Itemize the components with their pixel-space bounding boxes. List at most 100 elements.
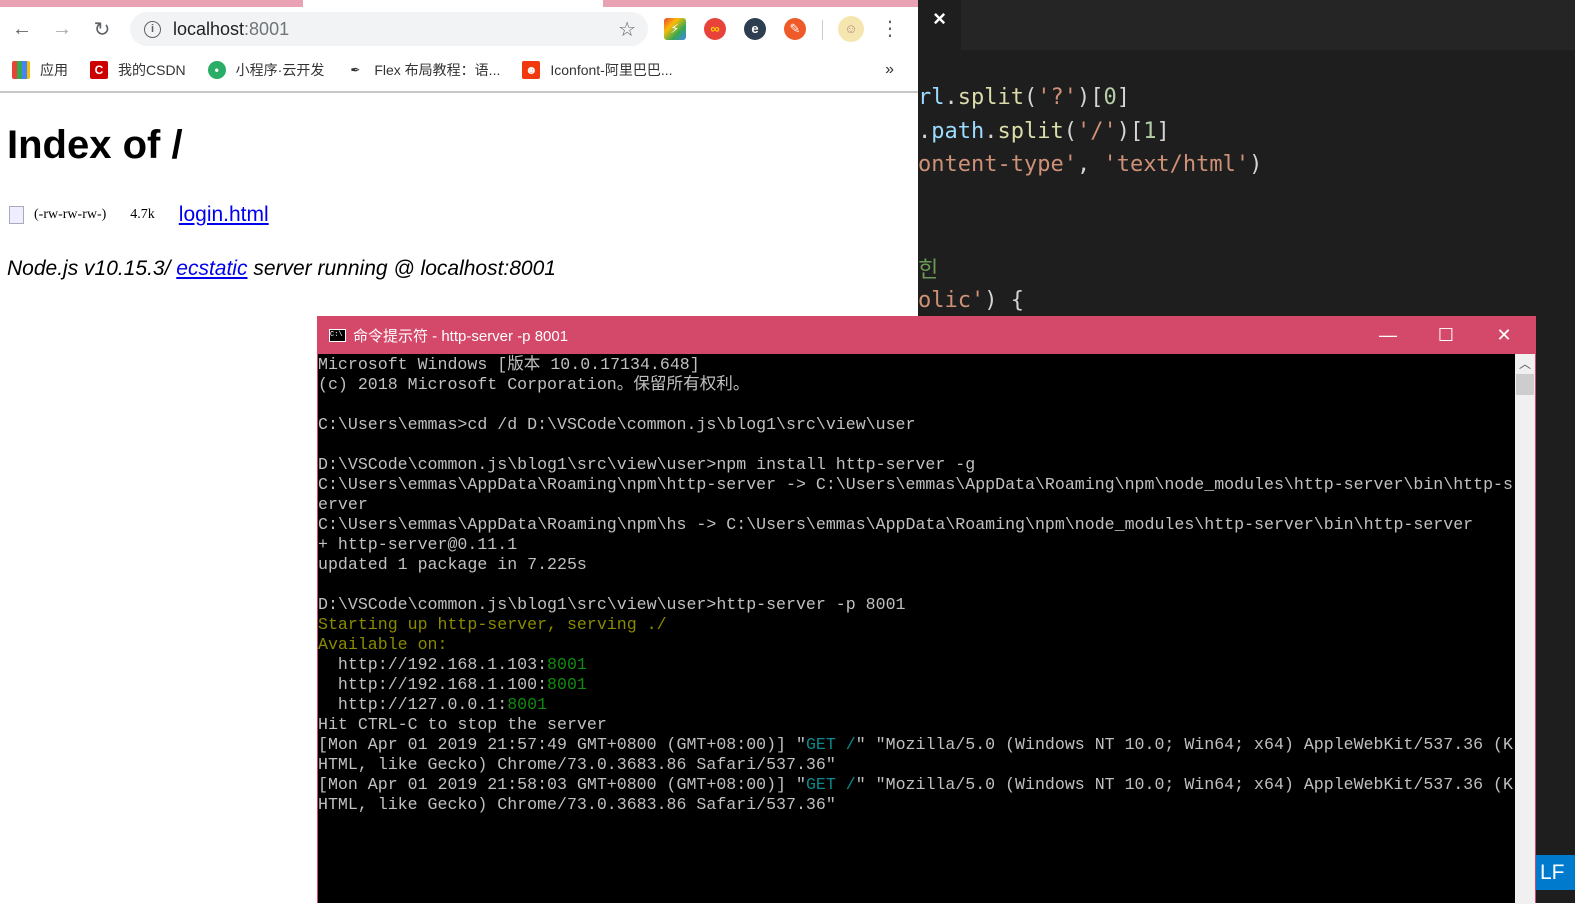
terminal-line: Available on: bbox=[318, 635, 1513, 655]
command-prompt-window: C:\ 命令提示符 - http-server -p 8001 — ☐ ✕ Mi… bbox=[317, 316, 1536, 904]
forward-button[interactable]: → bbox=[42, 18, 82, 41]
csdn-icon: C bbox=[90, 61, 108, 79]
terminal-text: D:\VSCode\common.js\blog1\src\view\user>… bbox=[318, 455, 976, 474]
scrollbar-thumb[interactable] bbox=[1516, 374, 1534, 395]
bookmark-apps[interactable]: 应用 bbox=[12, 60, 68, 80]
code-line: .path.split('/')[1] bbox=[918, 119, 1170, 144]
back-button[interactable]: ← bbox=[2, 18, 42, 41]
bookmark-star-icon[interactable]: ☆ bbox=[618, 17, 636, 42]
reload-button[interactable]: ↻ bbox=[82, 17, 122, 42]
tab-strip bbox=[0, 0, 918, 8]
info-icon[interactable]: i bbox=[144, 20, 161, 38]
url-port: :8001 bbox=[244, 18, 290, 39]
footer-text: Node.js v10.15.3/ bbox=[7, 257, 177, 280]
page-title: Index of / bbox=[7, 123, 183, 167]
close-button[interactable]: ✕ bbox=[1475, 317, 1533, 354]
close-tab-icon[interactable]: × bbox=[918, 0, 961, 50]
terminal-text: GET / bbox=[805, 735, 856, 754]
calligraphy-icon: ✒ bbox=[350, 63, 361, 77]
bookmark-label: Flex 布局教程：语... bbox=[374, 62, 501, 78]
menu-icon[interactable]: ⋮ bbox=[870, 16, 910, 41]
url-text[interactable]: localhost:8001 bbox=[173, 19, 289, 40]
extension-icon[interactable]: ⚡ bbox=[664, 18, 686, 40]
terminal-line: C:\Users\emmas\AppData\Roaming\npm\http-… bbox=[318, 475, 1513, 495]
more-bookmarks-button[interactable]: » bbox=[885, 61, 894, 79]
terminal-text: 8001 bbox=[547, 675, 587, 694]
ecstatic-link[interactable]: ecstatic bbox=[176, 257, 247, 280]
terminal-text: updated 1 package in 7.225s bbox=[318, 555, 587, 574]
terminal-text: http://192.168.1.103: bbox=[318, 655, 548, 674]
code-comment: 힌 bbox=[918, 258, 939, 283]
bookmark-flex[interactable]: ✒ Flex 布局教程：语... bbox=[346, 60, 500, 80]
terminal-line: http://192.168.1.100:8001 bbox=[318, 675, 1513, 695]
terminal-line: Starting up http-server, serving ./ bbox=[318, 615, 1513, 635]
terminal-text: " "Mozilla/5.0 (Windows NT 10.0; Win64; … bbox=[855, 735, 1513, 754]
terminal-line: erver bbox=[318, 495, 1513, 515]
terminal-line: C:\Users\emmas\AppData\Roaming\npm\hs ->… bbox=[318, 515, 1513, 535]
editor-tab-bar: × bbox=[918, 0, 1575, 50]
infinity-extension-icon[interactable]: ∞ bbox=[704, 18, 726, 40]
terminal-text: D:\VSCode\common.js\blog1\src\view\user>… bbox=[318, 595, 906, 614]
eol-status[interactable]: LF bbox=[1536, 855, 1575, 890]
terminal-output[interactable]: Microsoft Windows [版本 10.0.17134.648] (c)… bbox=[318, 354, 1513, 904]
terminal-text: HTML, like Gecko) Chrome/73.0.3683.86 Sa… bbox=[318, 795, 836, 814]
terminal-line: Hit CTRL-C to stop the server bbox=[318, 715, 1513, 735]
bookmark-label: 小程序·云开发 bbox=[235, 62, 325, 78]
cmd-titlebar[interactable]: C:\ 命令提示符 - http-server -p 8001 — ☐ ✕ bbox=[318, 317, 1535, 354]
cmd-title: 命令提示符 - http-server -p 8001 bbox=[353, 328, 569, 345]
bookmark-csdn[interactable]: C 我的CSDN bbox=[90, 60, 186, 80]
terminal-line: C:\Users\emmas>cd /d D:\VSCode\common.js… bbox=[318, 415, 1513, 435]
file-row: (-rw-rw-rw-) 4.7k login.html bbox=[9, 203, 269, 227]
bookmark-iconfont[interactable]: ☻ Iconfont-阿里巴巴... bbox=[522, 60, 673, 80]
terminal-text: Starting up http-server, serving ./ bbox=[318, 615, 667, 634]
terminal-text: C:\Users\emmas\AppData\Roaming\npm\http-… bbox=[318, 475, 1513, 494]
terminal-text: Microsoft Windows [版本 10.0.17134.648] bbox=[318, 355, 700, 374]
cmd-icon: C:\ bbox=[329, 329, 346, 342]
terminal-text: Available on: bbox=[318, 635, 448, 654]
terminal-text: (c) 2018 Microsoft Corporation。保留所有权利。 bbox=[318, 375, 750, 394]
terminal-line: + http-server@0.11.1 bbox=[318, 535, 1513, 555]
apps-grid-icon bbox=[12, 61, 30, 79]
terminal-line: HTML, like Gecko) Chrome/73.0.3683.86 Sa… bbox=[318, 795, 1513, 815]
e-extension-icon[interactable]: e bbox=[744, 18, 766, 40]
bookmark-miniprogram[interactable]: • 小程序·云开发 bbox=[207, 60, 325, 80]
iconfont-icon: ☻ bbox=[522, 61, 541, 79]
file-permissions: (-rw-rw-rw-) bbox=[34, 207, 107, 222]
terminal-text: 8001 bbox=[507, 695, 548, 714]
terminal-line: http://192.168.1.103:8001 bbox=[318, 655, 1513, 675]
terminal-text: + http-server@0.11.1 bbox=[318, 535, 518, 554]
terminal-line: Microsoft Windows [版本 10.0.17134.648] bbox=[318, 355, 1513, 375]
browser-tab[interactable] bbox=[603, 0, 918, 7]
terminal-line: D:\VSCode\common.js\blog1\src\view\user>… bbox=[318, 595, 1513, 615]
file-size: 4.7k bbox=[130, 207, 155, 222]
code-line: rl.split('?')[0] bbox=[918, 85, 1130, 110]
bookmark-label: 我的CSDN bbox=[118, 62, 186, 78]
url-host: localhost bbox=[173, 18, 245, 39]
pen-extension-icon[interactable]: ✎ bbox=[784, 18, 806, 40]
bookmark-label: Iconfont-阿里巴巴... bbox=[550, 62, 673, 78]
code-line: ontent-type', 'text/html') bbox=[918, 152, 1263, 177]
server-footer: Node.js v10.15.3/ ecstatic server runnin… bbox=[7, 257, 556, 281]
browser-tab[interactable] bbox=[0, 0, 303, 7]
bookmarks-bar: 应用 C 我的CSDN • 小程序·云开发 ✒ Flex 布局教程：语... ☻ Ico… bbox=[0, 55, 918, 85]
toolbar-divider bbox=[822, 20, 823, 40]
terminal-text: HTML, like Gecko) Chrome/73.0.3683.86 Sa… bbox=[318, 755, 836, 774]
terminal-text: Hit CTRL-C to stop the server bbox=[318, 715, 607, 734]
terminal-text: http://127.0.0.1: bbox=[318, 695, 508, 714]
terminal-line: D:\VSCode\common.js\blog1\src\view\user>… bbox=[318, 455, 1513, 475]
minimize-button[interactable]: — bbox=[1359, 317, 1417, 354]
file-link[interactable]: login.html bbox=[179, 203, 269, 227]
html-file-icon bbox=[9, 206, 24, 224]
scroll-up-icon[interactable]: ︿ bbox=[1515, 354, 1535, 374]
footer-text: server running @ localhost:8001 bbox=[247, 257, 556, 280]
terminal-line: [Mon Apr 01 2019 21:57:49 GMT+0800 (GMT+… bbox=[318, 735, 1513, 755]
address-bar[interactable]: i localhost:8001 ☆ bbox=[130, 12, 648, 46]
terminal-text: [Mon Apr 01 2019 21:58:03 GMT+0800 (GMT+… bbox=[318, 775, 806, 794]
maximize-button[interactable]: ☐ bbox=[1417, 317, 1475, 354]
profile-avatar[interactable]: ☺ bbox=[838, 16, 864, 42]
scrollbar[interactable]: ︿ bbox=[1515, 354, 1535, 904]
wechat-icon: • bbox=[207, 61, 226, 79]
